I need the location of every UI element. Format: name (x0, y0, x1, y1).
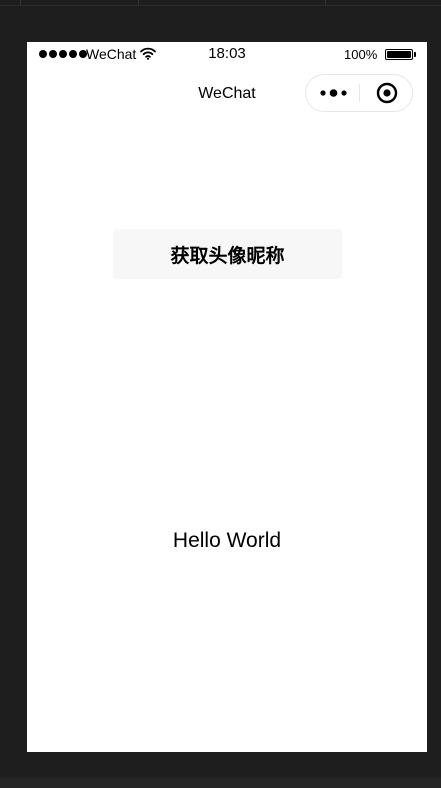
close-miniprogram-icon[interactable] (376, 82, 398, 104)
battery-percent: 100% (344, 47, 378, 62)
status-bar: WeChat 18:03 100% (27, 42, 427, 68)
ide-tick (325, 0, 326, 6)
phone-simulator: WeChat 18:03 100% WeChat 获取头像昵称 Hello Wo… (27, 42, 427, 752)
battery-icon (385, 49, 413, 60)
menu-capsule (305, 74, 413, 112)
ide-bottom-band (0, 778, 441, 788)
get-avatar-nickname-button[interactable]: 获取头像昵称 (113, 229, 342, 279)
capsule-divider (359, 84, 360, 102)
battery-tip (414, 52, 416, 57)
more-icon[interactable] (319, 87, 349, 99)
ide-top-border (0, 5, 441, 6)
ide-tick (138, 0, 139, 6)
hello-world-text: Hello World (172, 529, 282, 552)
battery-fill (387, 51, 411, 58)
ide-tick (20, 0, 21, 6)
navigation-bar: WeChat (27, 68, 427, 118)
